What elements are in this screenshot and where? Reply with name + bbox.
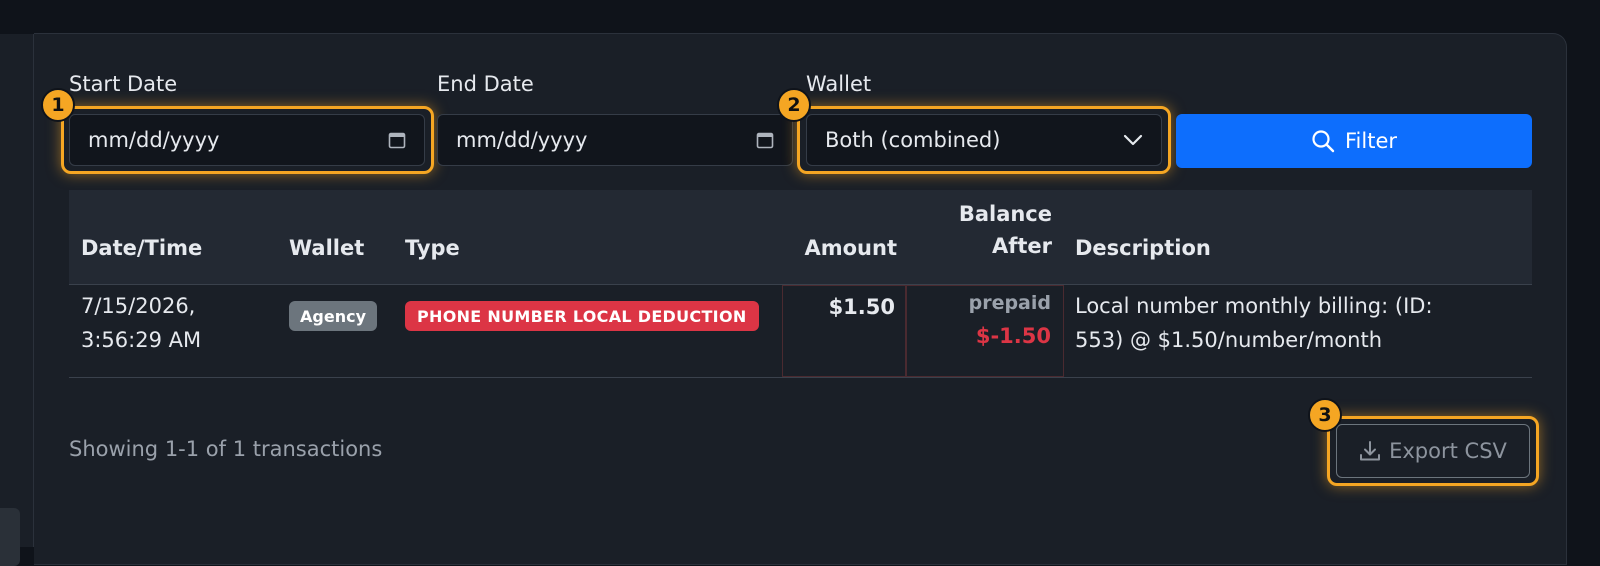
end-date-label: End Date xyxy=(437,72,534,96)
calendar-icon[interactable] xyxy=(756,131,774,149)
calendar-icon[interactable] xyxy=(388,131,406,149)
row-description: Local number monthly billing: (ID: 553) … xyxy=(1075,289,1433,357)
row-balance-value: $-1.50 xyxy=(975,324,1051,348)
row-amount: $1.50 xyxy=(828,295,895,319)
row-description-line1: Local number monthly billing: (ID: xyxy=(1075,294,1433,318)
col-datetime[interactable]: Date/Time xyxy=(81,236,202,260)
end-date-input[interactable]: mm/dd/yyyy xyxy=(437,114,793,166)
row-balance-wallet: prepaid xyxy=(968,292,1051,314)
chevron-down-icon xyxy=(1123,134,1143,146)
export-csv-label: Export CSV xyxy=(1389,439,1507,463)
annotation-badge-3: 3 xyxy=(1308,398,1342,432)
balance-cell: prepaid $-1.50 xyxy=(906,285,1064,377)
rail-button[interactable] xyxy=(0,508,20,566)
col-balance-after[interactable]: Balance After xyxy=(959,202,1052,258)
col-type[interactable]: Type xyxy=(405,236,460,260)
filter-button-label: Filter xyxy=(1344,129,1397,153)
col-wallet[interactable]: Wallet xyxy=(289,236,364,260)
start-date-label: Start Date xyxy=(69,72,178,96)
annotation-badge-2: 2 xyxy=(777,88,811,122)
start-date-input[interactable]: mm/dd/yyyy xyxy=(69,114,425,166)
col-description[interactable]: Description xyxy=(1075,236,1211,260)
export-csv-button[interactable]: Export CSV xyxy=(1336,424,1530,478)
start-date-placeholder: mm/dd/yyyy xyxy=(88,128,220,152)
wallet-label: Wallet xyxy=(806,72,872,96)
table-row[interactable]: 7/15/2026, 3:56:29 AM Agency PHONE NUMBE… xyxy=(69,285,1532,378)
row-time: 3:56:29 AM xyxy=(81,328,202,352)
col-balance-line2: After xyxy=(991,234,1052,258)
row-description-line2: 553) @ $1.50/number/month xyxy=(1075,328,1383,352)
table-header: Date/Time Wallet Type Amount Balance Aft… xyxy=(69,190,1532,285)
annotation-badge-1: 1 xyxy=(41,88,75,122)
col-amount[interactable]: Amount xyxy=(804,236,897,260)
wallet-select[interactable]: Both (combined) xyxy=(806,114,1162,166)
pagination-summary: Showing 1-1 of 1 transactions xyxy=(69,437,383,461)
filter-button[interactable]: Filter xyxy=(1176,114,1532,168)
end-date-placeholder: mm/dd/yyyy xyxy=(456,128,588,152)
download-icon xyxy=(1360,441,1381,461)
wallet-select-value: Both (combined) xyxy=(825,128,1001,152)
amount-cell: $1.50 xyxy=(782,285,906,377)
type-badge: PHONE NUMBER LOCAL DEDUCTION xyxy=(405,301,759,331)
left-rail xyxy=(0,34,34,566)
wallet-badge: Agency xyxy=(289,301,377,331)
row-date: 7/15/2026, xyxy=(81,294,196,318)
row-datetime: 7/15/2026, 3:56:29 AM xyxy=(81,289,201,357)
col-balance-line1: Balance xyxy=(958,202,1052,226)
search-icon xyxy=(1312,130,1335,153)
